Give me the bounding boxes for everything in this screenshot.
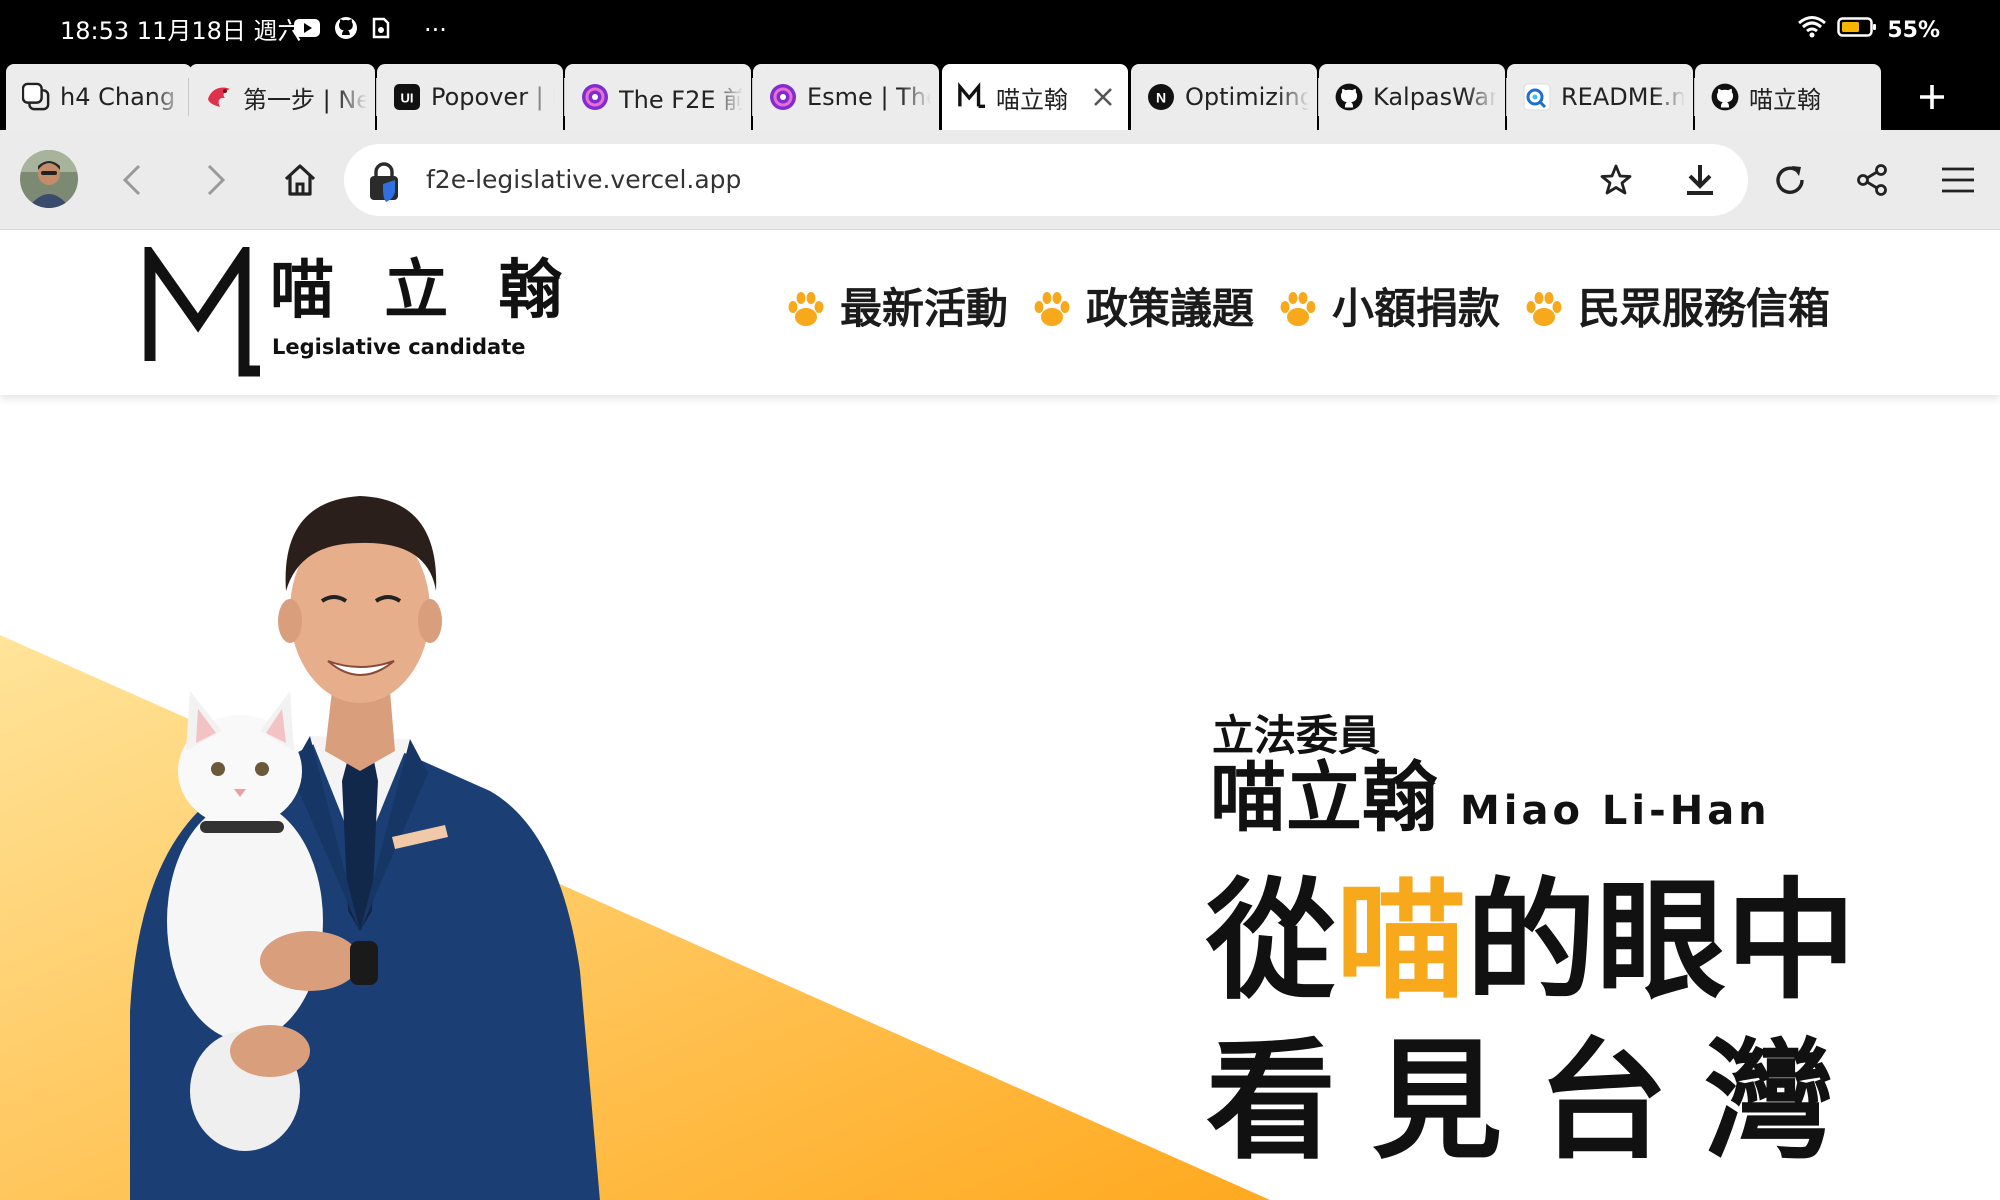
browser-tab[interactable]: UI Popover | M — [377, 64, 563, 130]
address-bar[interactable]: f2e-legislative.vercel.app — [344, 144, 1748, 216]
candidate-name-en: Miao Li-Han — [1460, 788, 1771, 834]
nav-item-donation[interactable]: 小額捐款 — [1276, 281, 1500, 337]
nav-label[interactable]: 政策議題 — [1086, 281, 1254, 337]
browser-toolbar: f2e-legislative.vercel.app — [0, 130, 2000, 230]
nav-item-service-mailbox[interactable]: 民眾服務信箱 — [1522, 281, 1830, 337]
plus-icon[interactable] — [1917, 82, 1947, 112]
browser-tab[interactable]: Esme | The — [753, 64, 939, 130]
github-icon — [1711, 83, 1739, 111]
reload-icon[interactable] — [1773, 163, 1807, 197]
tab-title: The F2E 前 — [619, 85, 743, 114]
tablet-screen: 18:53 11月18日 週六 ··· 55% h4 Chang 第一步 | N… — [0, 0, 2000, 1200]
nav-label[interactable]: 小額捐款 — [1332, 281, 1500, 337]
main-nav: 最新活動 政策議題 小額捐款 民眾服務信箱 — [784, 279, 1852, 339]
ml-logo-icon — [958, 82, 986, 111]
svg-text:UI: UI — [401, 91, 414, 106]
browser-tab-active[interactable]: 喵立翰 — [942, 64, 1128, 130]
purple-swirl-icon — [581, 83, 609, 111]
wifi-icon — [1797, 15, 1827, 45]
tab-title: 喵立翰 — [1749, 85, 1821, 114]
svg-text:N: N — [1156, 90, 1166, 106]
browser-tab[interactable]: 喵立翰 — [1695, 64, 1881, 130]
star-icon[interactable] — [1599, 163, 1633, 197]
tab-title: 第一步 | Ne — [243, 85, 367, 114]
hamburger-menu-icon[interactable] — [1940, 165, 1976, 195]
tab-title: README.m — [1561, 83, 1685, 111]
slogan-line-1: 從喵的眼中 — [1206, 861, 1856, 1021]
slogan-text: 從 — [1206, 865, 1337, 1017]
share-icon[interactable] — [1855, 163, 1889, 197]
slogan-line-2: 看見台灣 — [1206, 1025, 1871, 1177]
new-tab-button[interactable] — [1892, 64, 1972, 130]
ui-icon: UI — [393, 83, 421, 111]
slogan-highlight: 喵 — [1336, 865, 1467, 1017]
reload-button[interactable] — [1760, 150, 1820, 210]
download-icon[interactable] — [1685, 163, 1715, 197]
candidate-photo — [130, 496, 600, 1200]
status-time: 18:53 11月18日 週六 — [60, 17, 302, 45]
chevron-left-icon[interactable] — [120, 163, 144, 197]
github-icon — [1335, 83, 1363, 111]
tab-title: Esme | The — [807, 83, 931, 111]
tab-title: Popover | M — [431, 83, 555, 111]
paw-icon — [1280, 292, 1316, 326]
paw-icon — [788, 292, 824, 326]
tab-title: 喵立翰 — [996, 85, 1068, 114]
status-more: ··· — [424, 16, 447, 44]
logo-name[interactable]: 喵 立 翰 — [270, 255, 577, 327]
tab-title: Optimizing — [1185, 83, 1309, 111]
dragon-icon — [205, 83, 233, 111]
notification-app-icon — [372, 17, 390, 43]
tab-title: h4 Chang — [60, 83, 176, 111]
bookmark-button[interactable] — [1586, 150, 1646, 210]
secure-shield-icon[interactable] — [366, 162, 402, 202]
status-right: 55% — [1797, 14, 1940, 46]
browser-tab[interactable]: KalpasWar — [1319, 64, 1505, 130]
home-icon[interactable] — [283, 163, 317, 197]
share-button[interactable] — [1842, 150, 1902, 210]
nav-label[interactable]: 最新活動 — [840, 281, 1008, 337]
site-header: 喵 立 翰 Legislative candidate 最新活動 政策議題 小額… — [0, 231, 2000, 395]
menu-button[interactable] — [1928, 150, 1988, 210]
nav-item-policy[interactable]: 政策議題 — [1030, 281, 1254, 337]
paw-icon — [1034, 292, 1070, 326]
battery-icon — [1837, 16, 1877, 44]
candidate-name-cn: 喵立翰 — [1210, 753, 1438, 842]
profile-avatar[interactable] — [20, 150, 78, 208]
logo-subtitle: Legislative candidate — [272, 335, 526, 359]
readme-icon — [1523, 83, 1551, 111]
browser-tab[interactable]: The F2E 前 — [565, 64, 751, 130]
home-button[interactable] — [270, 150, 330, 210]
battery-percent: 55% — [1887, 17, 1940, 43]
browser-tab[interactable]: README.m — [1507, 64, 1693, 130]
tab-strip: h4 Chang 第一步 | Ne UI Popover | M The F2E… — [0, 64, 2000, 130]
status-bar: 18:53 11月18日 週六 ··· 55% — [0, 0, 2000, 64]
paw-icon — [1526, 292, 1562, 326]
web-page: 喵 立 翰 Legislative candidate 最新活動 政策議題 小額… — [0, 231, 2000, 1200]
nav-item-latest-events[interactable]: 最新活動 — [784, 281, 1008, 337]
slogan-text: 的眼中 — [1466, 865, 1857, 1017]
nav-label[interactable]: 民眾服務信箱 — [1578, 281, 1830, 337]
tab-title: KalpasWar — [1373, 83, 1497, 111]
forward-button[interactable] — [186, 150, 246, 210]
back-button[interactable] — [102, 150, 162, 210]
status-app-icons: ··· — [294, 16, 447, 44]
tab-overview-icon[interactable] — [22, 82, 50, 111]
browser-tab[interactable]: 第一步 | Ne — [189, 64, 375, 130]
chevron-right-icon[interactable] — [204, 163, 228, 197]
ml-logo-icon[interactable] — [144, 247, 264, 379]
url-text[interactable]: f2e-legislative.vercel.app — [426, 144, 741, 216]
github-icon — [334, 16, 358, 44]
youtube-icon — [294, 18, 320, 42]
browser-tab[interactable]: N Optimizing — [1131, 64, 1317, 130]
notion-icon: N — [1147, 83, 1175, 111]
browser-tab[interactable]: h4 Chang — [6, 64, 192, 130]
close-tab-icon[interactable] — [1090, 84, 1116, 110]
download-button[interactable] — [1670, 150, 1730, 210]
purple-swirl-icon — [769, 83, 797, 111]
